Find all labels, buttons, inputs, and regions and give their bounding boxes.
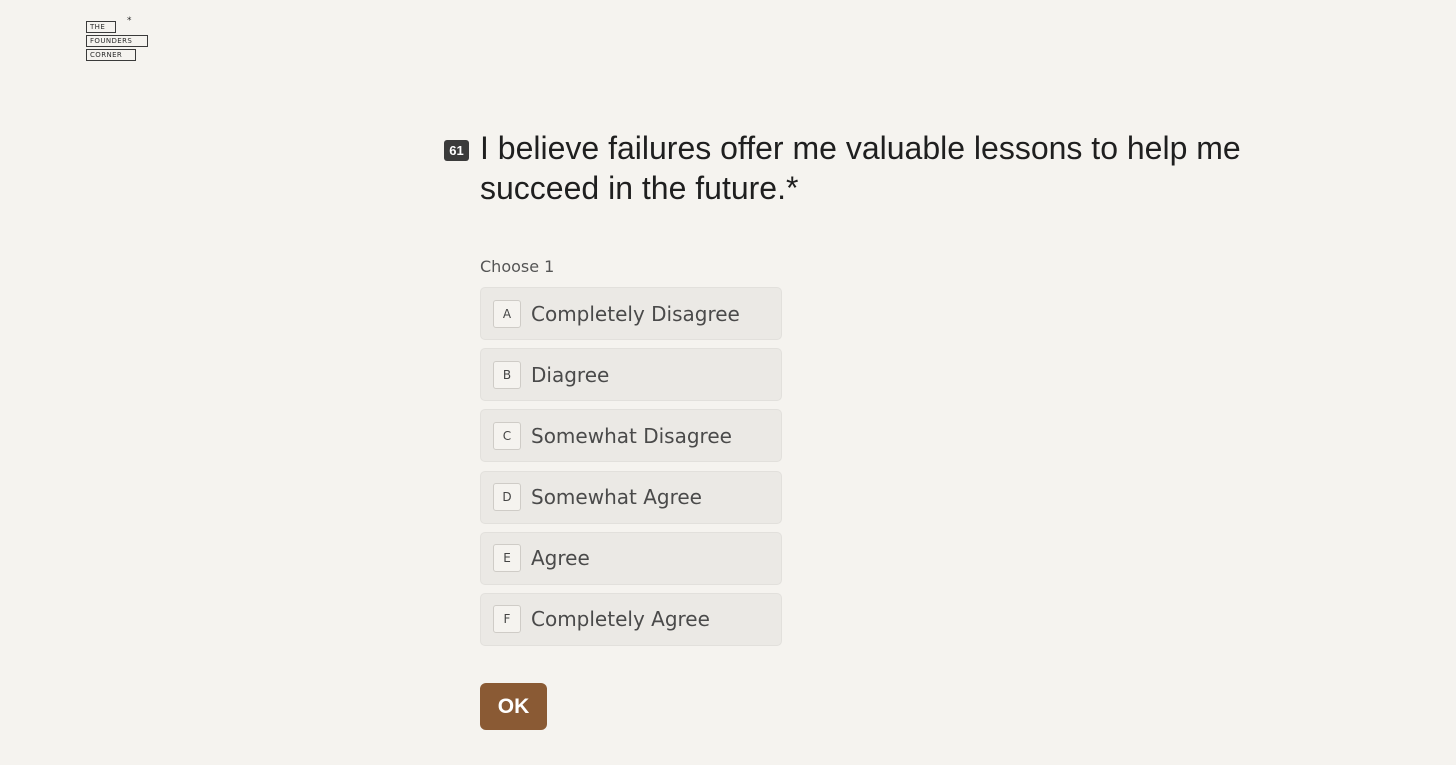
option-label: Somewhat Agree xyxy=(531,485,702,510)
brand-logo: THE FOUNDERS CORNER * xyxy=(86,16,152,70)
ok-button[interactable]: OK xyxy=(480,683,547,730)
option-completely-disagree[interactable]: A Completely Disagree xyxy=(480,287,782,340)
option-agree[interactable]: E Agree xyxy=(480,531,782,585)
question-block: 61 I believe failures offer me valuable … xyxy=(444,128,1344,208)
required-marker: * xyxy=(785,170,799,206)
question-text-body: I believe failures offer me valuable les… xyxy=(480,130,1241,206)
logo-line-1: THE xyxy=(86,21,116,33)
logo-line-3: CORNER xyxy=(86,49,136,61)
option-key-badge: D xyxy=(493,483,521,512)
option-somewhat-agree[interactable]: D Somewhat Agree xyxy=(480,470,782,524)
option-diagree[interactable]: B Diagree xyxy=(480,348,782,402)
option-label: Completely Disagree xyxy=(531,301,740,326)
option-completely-agree[interactable]: F Completely Agree xyxy=(480,592,782,646)
option-somewhat-disagree[interactable]: C Somewhat Disagree xyxy=(480,409,782,463)
logo-line-2: FOUNDERS xyxy=(86,35,148,47)
answer-options: A Completely Disagree B Diagree C Somewh… xyxy=(480,287,782,654)
option-key-badge: A xyxy=(493,299,521,328)
option-key-badge: E xyxy=(493,544,521,573)
option-label: Completely Agree xyxy=(531,607,710,632)
option-label: Diagree xyxy=(531,362,610,387)
option-key-badge: F xyxy=(493,605,521,634)
option-label: Agree xyxy=(531,546,590,571)
logo-asterisk: * xyxy=(127,16,132,26)
question-text: I believe failures offer me valuable les… xyxy=(480,128,1330,208)
choose-count-label: Choose 1 xyxy=(480,257,555,276)
question-number-badge: 61 xyxy=(444,140,469,161)
option-key-badge: C xyxy=(493,421,521,450)
option-key-badge: B xyxy=(493,360,521,389)
option-label: Somewhat Disagree xyxy=(531,423,732,448)
